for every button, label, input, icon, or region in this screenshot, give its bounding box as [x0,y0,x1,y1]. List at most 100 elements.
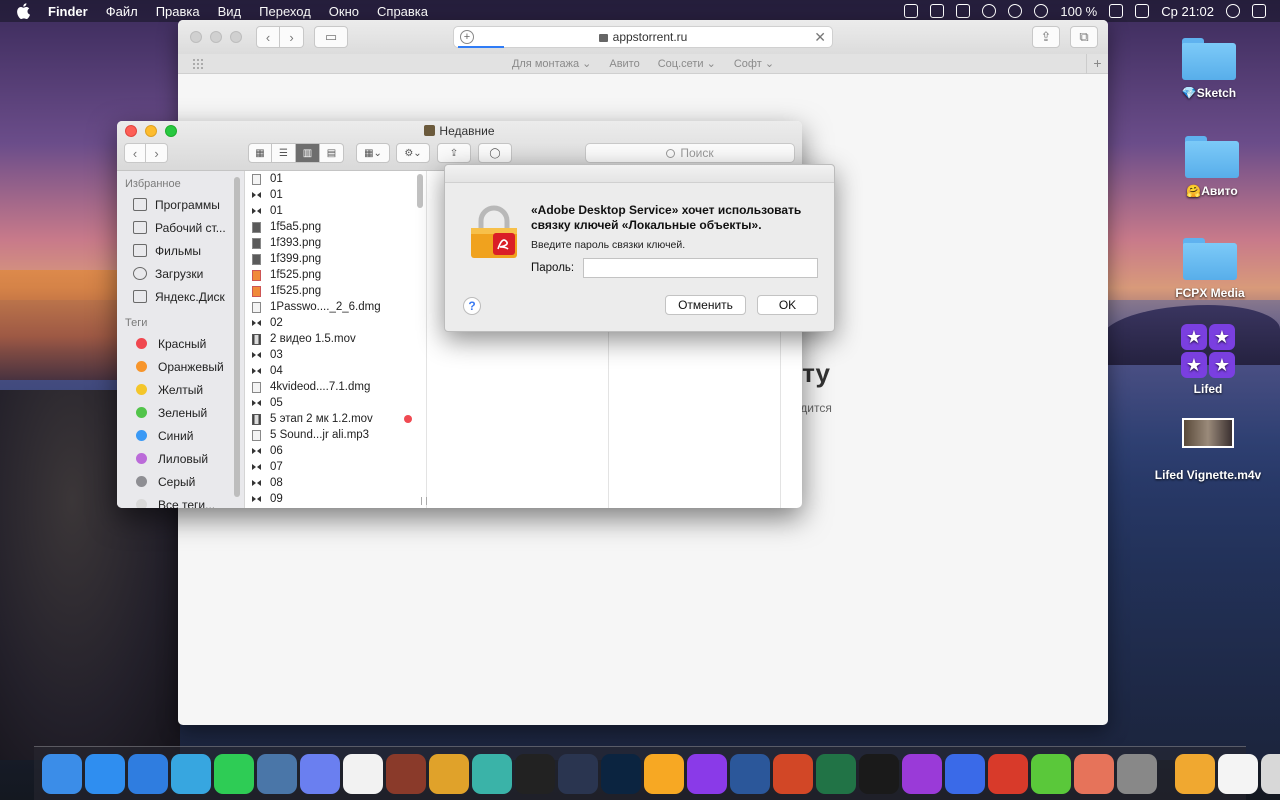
battery-percent[interactable]: 100 % [1060,4,1097,19]
sidebar-item-tag[interactable]: Желтый [117,378,244,401]
word-icon[interactable] [730,753,770,794]
sidebar-item-tag[interactable]: Все теги... [117,493,244,508]
file-row[interactable]: 01 [245,171,426,187]
menu-window[interactable]: Окно [329,4,359,19]
menu-list-icon[interactable] [1252,4,1266,18]
cloud-icon[interactable] [1008,4,1023,18]
sidebar-item-yandex-disk[interactable]: Яндекс.Диск [117,285,244,308]
file-row[interactable]: 1f525.png [245,267,426,283]
photoshop-icon[interactable] [601,753,641,794]
sketch-icon[interactable] [644,753,684,794]
column-scrollbar[interactable] [417,174,423,208]
file-row[interactable]: 02 [245,315,426,331]
clock[interactable]: Ср 21:02 [1161,4,1214,19]
file-row[interactable]: 5 Sound...jr ali.mp3 [245,427,426,443]
icon-view-button[interactable]: ▦ [248,143,272,163]
forward-button[interactable]: › [146,143,168,163]
sidebar-scrollbar[interactable] [234,177,240,497]
gallery-view-button[interactable]: ▤ [320,143,344,163]
menu-help[interactable]: Справка [377,4,428,19]
desktop-item-sketch[interactable]: 💎Sketch [1149,38,1269,100]
search-icon[interactable] [1226,4,1240,18]
stop-loading-icon[interactable]: ✕ [814,29,826,46]
forward-button[interactable]: › [280,26,304,48]
us-flag-icon[interactable] [1135,4,1150,18]
share-button[interactable]: ⇪ [1032,26,1060,48]
favorite-item[interactable]: Соц.сети ⌄ [658,57,716,70]
file-row[interactable]: 1f525.png [245,283,426,299]
sidebar-item-applications[interactable]: Программы [117,193,244,216]
menu-file[interactable]: Файл [106,4,138,19]
file-row[interactable]: 01 [245,203,426,219]
tabs-button[interactable]: ⧉ [1070,26,1098,48]
favorite-item[interactable]: Для монтажа ⌄ [512,57,591,70]
status-icon[interactable] [904,4,919,18]
wine-icon[interactable] [386,753,426,794]
search-field[interactable]: Поиск [585,143,795,163]
sidebar-item-tag[interactable]: Синий [117,424,244,447]
group-button[interactable]: ▦⌄ [356,143,390,163]
finder-icon[interactable] [42,753,82,794]
file-row[interactable]: 5 этап 2 мк 1.2.mov [245,411,426,427]
password-field[interactable] [583,258,818,278]
zoom-button[interactable] [230,31,242,43]
spark-icon[interactable] [128,753,168,794]
safari-icon[interactable] [85,753,125,794]
tags-button[interactable]: ◯ [478,143,512,163]
top-sites-icon[interactable] [192,58,204,70]
infuse-icon[interactable] [859,753,899,794]
file-row[interactable]: 08 [245,475,426,491]
whatsapp-icon[interactable] [214,753,254,794]
telegram-icon[interactable] [171,753,211,794]
back-button[interactable]: ‹ [256,26,280,48]
favorite-item[interactable]: Авито [609,58,639,70]
file-row[interactable]: 2 видео 1.5.mov [245,331,426,347]
chatgpt-icon[interactable] [472,753,512,794]
new-tab-icon[interactable]: + [460,30,474,44]
list-view-button[interactable]: ☰ [272,143,296,163]
deer-icon[interactable] [1074,753,1114,794]
vk-icon[interactable] [257,753,297,794]
desktop-item-fcpx-media[interactable]: FCPX Media [1150,238,1270,300]
file-row[interactable]: 1Passwo...._2_6.dmg [245,299,426,315]
excel-icon[interactable] [816,753,856,794]
menu-view[interactable]: Вид [218,4,242,19]
file-row[interactable]: 05 [245,395,426,411]
picsart-icon[interactable] [687,753,727,794]
menu-finder[interactable]: Finder [48,4,88,19]
things-icon[interactable] [343,753,383,794]
file-row[interactable]: 1f393.png [245,235,426,251]
powerpoint-icon[interactable] [773,753,813,794]
drive-icon[interactable] [1175,753,1215,794]
file-row[interactable]: 1f5a5.png [245,219,426,235]
final-cut-icon[interactable] [515,753,555,794]
pineapple-icon[interactable] [429,753,469,794]
close-button[interactable] [190,31,202,43]
sidebar-item-desktop[interactable]: Рабочий ст... [117,216,244,239]
file-row[interactable]: 1f399.png [245,251,426,267]
file-row[interactable]: 03 [245,347,426,363]
address-bar[interactable]: + appstorrent.ru ✕ [453,26,833,48]
trash-icon[interactable] [1261,753,1280,794]
battery-icon[interactable] [1109,4,1124,18]
sidebar-item-tag[interactable]: Зеленый [117,401,244,424]
sidebar-item-movies[interactable]: Фильмы [117,239,244,262]
desktop-item-avito[interactable]: 🤗Авито [1152,136,1272,198]
bluetooth-icon[interactable] [930,4,945,18]
share-button[interactable]: ⇪ [437,143,471,163]
file-row[interactable]: 01 [245,187,426,203]
favorite-item[interactable]: Софт ⌄ [734,57,774,70]
add-favorite-button[interactable]: + [1086,54,1108,74]
rocket-icon[interactable] [988,753,1028,794]
sync-icon[interactable] [982,4,997,18]
hashtag-icon[interactable] [956,4,971,18]
minimize-button[interactable] [210,31,222,43]
file-row[interactable]: 06 [245,443,426,459]
sidebar-button[interactable]: ▭ [314,26,348,48]
menu-edit[interactable]: Правка [156,4,200,19]
disk-icon[interactable] [945,753,985,794]
wifi-icon[interactable] [1034,4,1049,18]
desktop-item-lifed-vignette[interactable]: Lifed Vignette.m4v [1148,418,1268,482]
file-row[interactable]: 07 [245,459,426,475]
sidebar-item-tag[interactable]: Оранжевый [117,355,244,378]
